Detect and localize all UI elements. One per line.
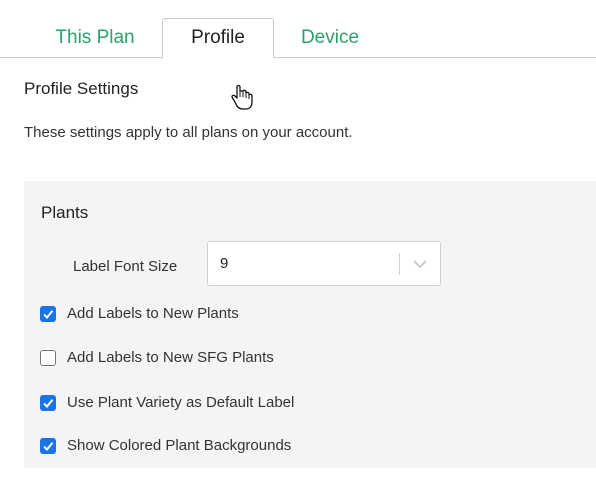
label-font-size-label: Label Font Size [73, 258, 178, 275]
checkmark-icon [43, 310, 54, 319]
select-divider [399, 253, 400, 275]
tab-this-plan[interactable]: This Plan [36, 19, 154, 57]
profile-settings-heading: Profile Settings [24, 79, 139, 98]
checkmark-icon [43, 399, 54, 408]
label-font-size-value: 9 [220, 255, 229, 272]
profile-settings-description: These settings apply to all plans on you… [24, 124, 353, 141]
checkbox-checked[interactable] [40, 438, 56, 454]
checkbox-unchecked[interactable] [40, 350, 56, 366]
tab-profile[interactable]: Profile [162, 18, 274, 58]
checkbox-checked[interactable] [40, 395, 56, 411]
option-label: Show Colored Plant Backgrounds [67, 437, 292, 454]
checkbox-checked[interactable] [40, 306, 56, 322]
option-label: Add Labels to New Plants [67, 305, 239, 322]
plants-panel: Plants Label Font Size 9 Add Labels to N… [24, 181, 596, 468]
checkmark-icon [43, 442, 54, 451]
tab-bar: This Plan Profile Device [0, 0, 596, 58]
plants-heading: Plants [41, 203, 89, 222]
option-label: Use Plant Variety as Default Label [67, 394, 295, 411]
label-font-size-select[interactable]: 9 [207, 241, 441, 286]
chevron-down-icon[interactable] [411, 256, 429, 272]
hand-pointer-icon [231, 84, 253, 110]
tab-device[interactable]: Device [280, 19, 380, 57]
option-label: Add Labels to New SFG Plants [67, 349, 274, 366]
